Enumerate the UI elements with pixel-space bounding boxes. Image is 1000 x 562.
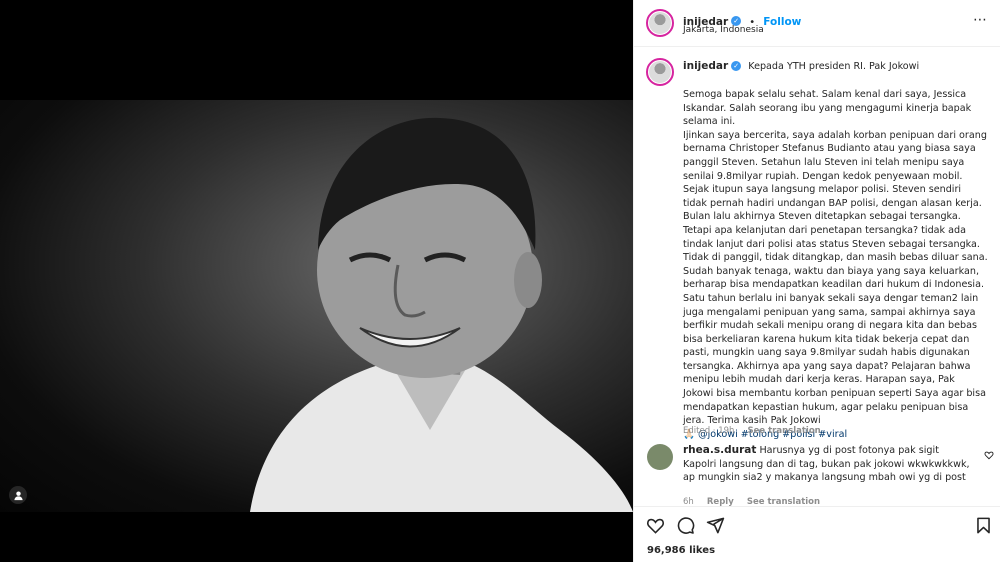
heart-icon[interactable]: [646, 516, 665, 535]
post-location[interactable]: Jakarta, Indonesia: [683, 25, 764, 35]
commenter-avatar[interactable]: [647, 444, 673, 470]
caption-body: Semoga bapak selalu sehat. Salam kenal d…: [683, 88, 988, 441]
verified-badge-icon: ✓: [731, 61, 742, 71]
share-icon[interactable]: [706, 516, 725, 535]
comment-body: rhea.s.durat Harusnya yg di post fotonya…: [683, 444, 973, 485]
user-tag-icon: [13, 490, 23, 500]
caption-first-line: inijedar ✓ Kepada YTH presiden RI. Pak Jo…: [683, 60, 919, 72]
small-heart-icon[interactable]: [984, 450, 994, 460]
author-avatar[interactable]: [646, 9, 674, 37]
caption-username[interactable]: inijedar: [683, 60, 728, 72]
bookmark-icon[interactable]: [974, 516, 993, 535]
comment-icon[interactable]: [676, 516, 695, 535]
post-header: inijedar ✓ • Follow Jakarta, Indonesia ⋯: [634, 0, 1000, 47]
more-options-icon[interactable]: ⋯: [973, 12, 987, 28]
verified-badge-icon: ✓: [731, 15, 742, 26]
portrait-illustration: [250, 117, 633, 512]
post-side-panel: inijedar ✓ • Follow Jakarta, Indonesia ⋯ …: [633, 0, 1000, 562]
actions-divider: [634, 506, 1000, 507]
caption-meta: Edited · 19h See translation: [683, 418, 821, 437]
caption-avatar[interactable]: [646, 58, 674, 86]
caption-body-text: Semoga bapak selalu sehat. Salam kenal d…: [683, 89, 988, 427]
like-count[interactable]: 96,986 likes: [647, 545, 715, 556]
see-translation-link[interactable]: See translation: [748, 426, 821, 436]
action-bar: [644, 512, 994, 538]
post-photo: [0, 100, 633, 512]
follow-button[interactable]: Follow: [763, 16, 801, 28]
edited-time: Edited · 19h: [683, 426, 735, 436]
user-tag-button[interactable]: [9, 486, 27, 504]
post-media[interactable]: [0, 0, 633, 562]
commenter-username[interactable]: rhea.s.durat: [683, 444, 756, 456]
caption-opening: Kepada YTH presiden RI. Pak Jokowi: [748, 61, 920, 72]
